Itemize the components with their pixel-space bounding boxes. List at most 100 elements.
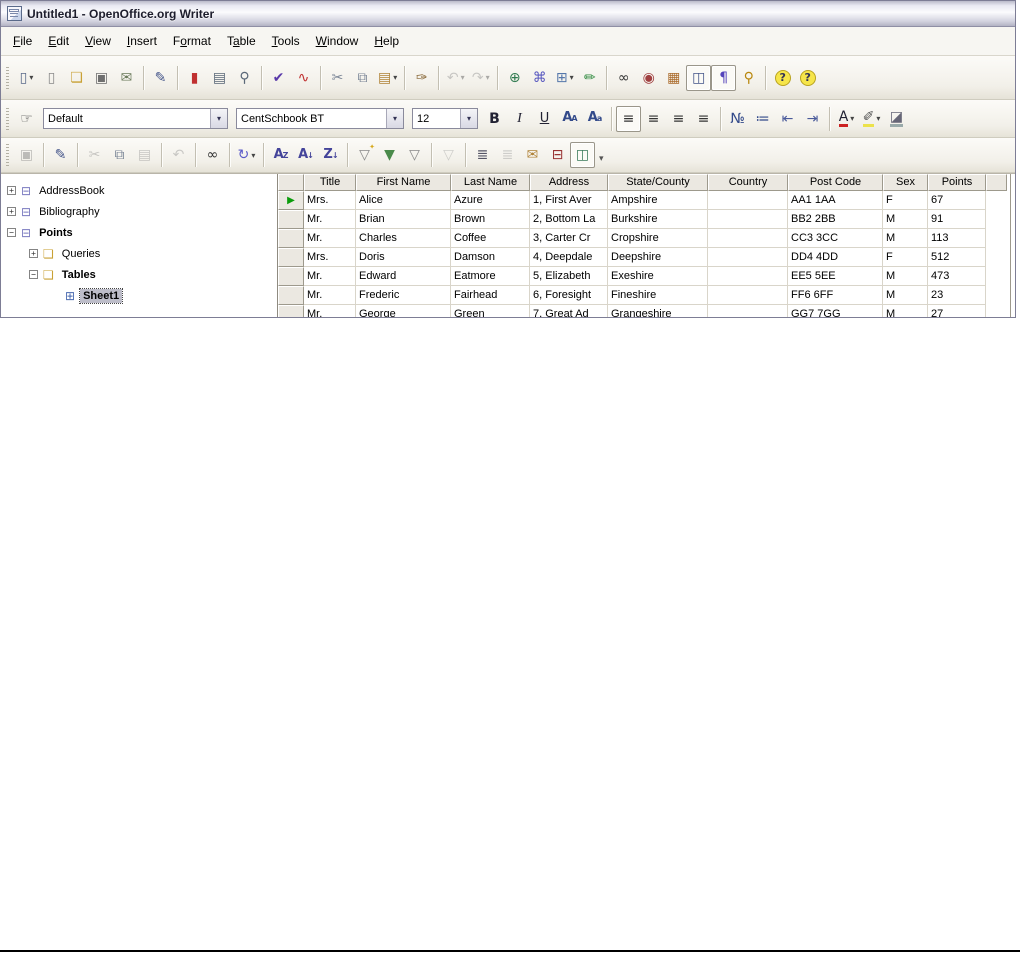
undo-button-dropdown[interactable]: ▾ bbox=[461, 73, 465, 82]
table-cell[interactable]: Alice bbox=[356, 191, 451, 210]
align-right-button[interactable]: ≡ bbox=[666, 106, 691, 132]
row-selector-header[interactable] bbox=[278, 174, 304, 191]
table-cell[interactable] bbox=[708, 248, 788, 267]
open-folder-button[interactable]: ❏ bbox=[64, 65, 89, 91]
table-cell[interactable]: 23 bbox=[928, 286, 986, 305]
paste-button-dropdown[interactable]: ▾ bbox=[393, 73, 397, 82]
navigator-button[interactable]: ◉ bbox=[636, 65, 661, 91]
collapse-minus-icon[interactable]: − bbox=[29, 270, 38, 279]
autospellcheck-button[interactable]: ∿ bbox=[291, 65, 316, 91]
data-sources-button[interactable]: ◫ bbox=[686, 64, 712, 91]
table-cell[interactable]: Fairhead bbox=[451, 286, 530, 305]
column-header-last-name[interactable]: Last Name bbox=[451, 174, 530, 191]
table-cell[interactable]: George bbox=[356, 305, 451, 317]
hyperlink-button[interactable]: ⊕ bbox=[502, 65, 527, 91]
expand-plus-icon[interactable]: + bbox=[7, 186, 16, 195]
toolbar-grip[interactable] bbox=[6, 66, 9, 89]
edit-file-button[interactable]: ✎ bbox=[148, 65, 173, 91]
sort-button[interactable]: AZ bbox=[268, 142, 293, 168]
new-document-button-dropdown[interactable]: ▾ bbox=[29, 73, 33, 82]
align-justified-button[interactable]: ≡ bbox=[691, 106, 716, 132]
table-cell[interactable] bbox=[708, 286, 788, 305]
table-cell[interactable]: Frederic bbox=[356, 286, 451, 305]
table-cell[interactable]: Mr. bbox=[304, 267, 356, 286]
table-cell[interactable]: F bbox=[883, 248, 928, 267]
highlighting-button-dropdown[interactable]: ▾ bbox=[876, 114, 880, 123]
row-selector-cell[interactable] bbox=[278, 248, 304, 267]
table-cell[interactable]: Burkshire bbox=[608, 210, 708, 229]
table-cell[interactable]: 6, Foresight bbox=[530, 286, 608, 305]
table-cell[interactable]: M bbox=[883, 229, 928, 248]
row-selector-cell[interactable] bbox=[278, 229, 304, 248]
toolbar-overflow-button[interactable]: ▾ bbox=[599, 154, 604, 164]
table-cell[interactable]: 67 bbox=[928, 191, 986, 210]
expand-plus-icon[interactable]: + bbox=[7, 207, 16, 216]
table-cell[interactable]: Mrs. bbox=[304, 191, 356, 210]
table-cell[interactable]: 1, First Aver bbox=[530, 191, 608, 210]
draw-functions-button[interactable]: ✏ bbox=[577, 65, 602, 91]
bullet-list-button[interactable]: ≔ bbox=[750, 106, 775, 132]
font-name-combo[interactable]: CentSchbook BT ▾ bbox=[236, 108, 404, 129]
bold-button[interactable]: B bbox=[482, 106, 507, 132]
table-cell[interactable]: Edward bbox=[356, 267, 451, 286]
table-cell[interactable]: 3, Carter Cr bbox=[530, 229, 608, 248]
table-cell[interactable]: Mrs. bbox=[304, 248, 356, 267]
table-cell[interactable] bbox=[708, 210, 788, 229]
refresh-button-dropdown[interactable]: ▾ bbox=[251, 151, 255, 160]
table-cell[interactable]: Mr. bbox=[304, 286, 356, 305]
data-to-text-button[interactable]: ≣ bbox=[470, 142, 495, 168]
tree-item-tables[interactable]: − ❏ Tables bbox=[7, 264, 277, 285]
font-name-combo-arrow[interactable]: ▾ bbox=[386, 109, 403, 128]
new-document-button[interactable]: ▯ ▾ bbox=[14, 65, 39, 91]
undo-data-entry-button[interactable]: ↶ bbox=[166, 142, 191, 168]
font-size-combo[interactable]: 12 ▾ bbox=[412, 108, 478, 129]
row-selector-cell[interactable] bbox=[278, 267, 304, 286]
paste-button[interactable]: ▤ ▾ bbox=[375, 65, 400, 91]
table-cell[interactable] bbox=[708, 267, 788, 286]
tree-item-bibliography[interactable]: + ⊟ Bibliography bbox=[7, 201, 277, 222]
table-cell[interactable]: 7, Great Ad bbox=[530, 305, 608, 317]
redo-button-dropdown[interactable]: ▾ bbox=[486, 73, 490, 82]
apply-filter-button[interactable]: ▼ bbox=[377, 142, 402, 168]
menu-format[interactable]: Format bbox=[165, 31, 219, 51]
table-cell[interactable]: 512 bbox=[928, 248, 986, 267]
table-cell[interactable]: Mr. bbox=[304, 210, 356, 229]
table-cell[interactable]: EE5 5EE bbox=[788, 267, 883, 286]
table-cell[interactable] bbox=[708, 191, 788, 210]
copy-button[interactable]: ⧉ bbox=[350, 65, 375, 91]
font-color-button-dropdown[interactable]: ▾ bbox=[850, 114, 854, 123]
save-record-button[interactable]: ▣ bbox=[14, 142, 39, 168]
print-button[interactable]: ▤ bbox=[207, 65, 232, 91]
menu-help[interactable]: Help bbox=[366, 31, 407, 51]
gallery-button[interactable]: ▦ bbox=[661, 65, 686, 91]
spellcheck-button[interactable]: ✔ bbox=[266, 65, 291, 91]
table-cell[interactable]: Mr. bbox=[304, 305, 356, 317]
table-cell[interactable]: 113 bbox=[928, 229, 986, 248]
table-cell[interactable]: Fineshire bbox=[608, 286, 708, 305]
standard-filter-button[interactable]: ▽ bbox=[402, 142, 427, 168]
tree-item-addressbook[interactable]: + ⊟ AddressBook bbox=[7, 180, 277, 201]
page-preview-button[interactable]: ⚲ bbox=[232, 65, 257, 91]
column-header-state-county[interactable]: State/County bbox=[608, 174, 708, 191]
help-button[interactable]: ? bbox=[770, 65, 795, 91]
table-cell[interactable]: Cropshire bbox=[608, 229, 708, 248]
font-size-combo-arrow[interactable]: ▾ bbox=[460, 109, 477, 128]
table-cell[interactable]: CC3 3CC bbox=[788, 229, 883, 248]
insert-table-button-dropdown[interactable]: ▾ bbox=[570, 73, 574, 82]
menu-file[interactable]: File bbox=[5, 31, 40, 51]
autofilter-button[interactable]: ▽ bbox=[352, 142, 377, 168]
table-cell[interactable]: M bbox=[883, 267, 928, 286]
insert-table-button[interactable]: ⊞ ▾ bbox=[552, 65, 577, 91]
column-header-points[interactable]: Points bbox=[928, 174, 986, 191]
table-cell[interactable]: 473 bbox=[928, 267, 986, 286]
align-left-button[interactable]: ≡ bbox=[616, 105, 641, 132]
table-cell[interactable] bbox=[708, 229, 788, 248]
zoom-button[interactable]: ⚲ bbox=[736, 65, 761, 91]
paragraph-style-combo-arrow[interactable]: ▾ bbox=[210, 109, 227, 128]
column-header-title[interactable]: Title bbox=[304, 174, 356, 191]
table-cell[interactable]: GG7 7GG bbox=[788, 305, 883, 317]
reset-filter-sort-button[interactable]: ▽ bbox=[436, 142, 461, 168]
align-center-button[interactable]: ≡ bbox=[641, 106, 666, 132]
column-header-first-name[interactable]: First Name bbox=[356, 174, 451, 191]
table-cell[interactable]: DD4 4DD bbox=[788, 248, 883, 267]
